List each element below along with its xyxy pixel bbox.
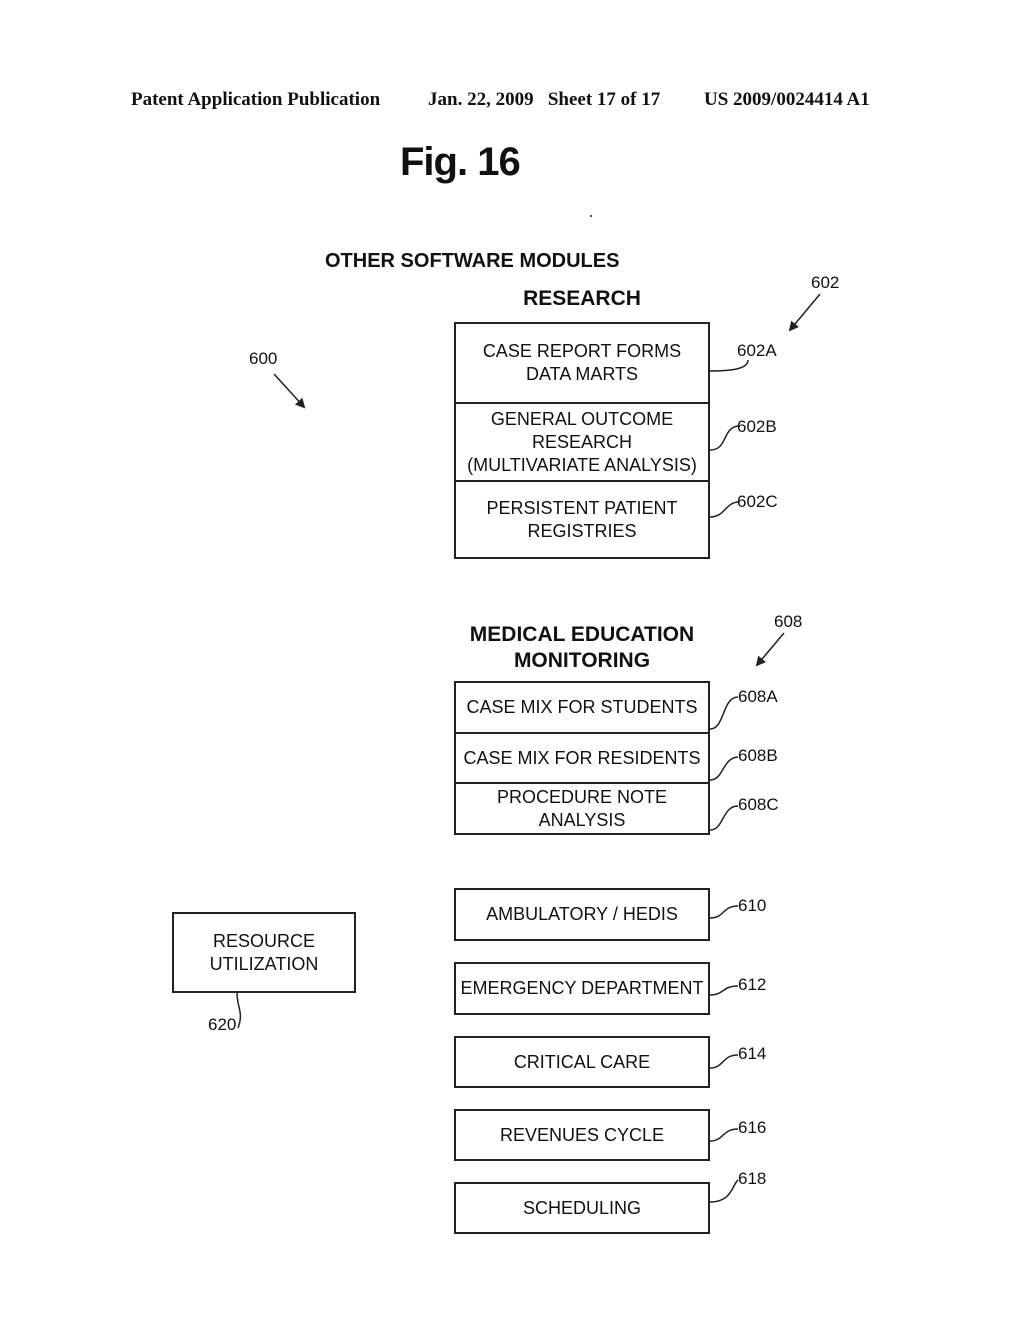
leader-608a bbox=[709, 696, 739, 730]
ref-602a: 602A bbox=[737, 341, 777, 360]
ref-610: 610 bbox=[738, 896, 767, 915]
module-resource-utilization: RESOURCE UTILIZATION bbox=[172, 912, 356, 993]
module-ambulatory-hedis: AMBULATORY / HEDIS bbox=[454, 888, 710, 941]
research-group-box: CASE REPORT FORMS DATA MARTS GENERAL OUT… bbox=[454, 322, 710, 559]
section-title: OTHER SOFTWARE MODULES bbox=[325, 250, 620, 272]
leader-614 bbox=[709, 1054, 739, 1069]
leader-602b bbox=[709, 425, 739, 451]
research-heading: RESEARCH bbox=[523, 287, 641, 310]
leader-608c bbox=[709, 805, 739, 831]
medical-education-group-box: CASE MIX FOR STUDENTS CASE MIX FOR RESID… bbox=[454, 681, 710, 835]
leader-618 bbox=[709, 1179, 739, 1203]
ref-620: 620 bbox=[208, 1015, 237, 1034]
med-ed-item-procedure-note: PROCEDURE NOTE ANALYSIS bbox=[496, 786, 667, 830]
ref-600: 600 bbox=[249, 349, 278, 368]
module-critical-care: CRITICAL CARE bbox=[454, 1036, 710, 1088]
publication-label: Patent Application Publication bbox=[131, 89, 381, 110]
leader-602a bbox=[709, 359, 749, 372]
ref-602c: 602C bbox=[737, 492, 778, 511]
module-emergency-department: EMERGENCY DEPARTMENT bbox=[454, 962, 710, 1015]
ref-602b: 602B bbox=[737, 417, 777, 436]
med-ed-item-residents: CASE MIX FOR RESIDENTS bbox=[456, 734, 708, 784]
publication-date-sheet: Jan. 22, 2009 Sheet 17 of 17 bbox=[428, 89, 661, 110]
arrow-600 bbox=[273, 373, 306, 409]
speck bbox=[590, 215, 592, 217]
research-item-persistent-registries: PERSISTENT PATIENT REGISTRIES bbox=[486, 497, 678, 541]
leader-612 bbox=[709, 985, 739, 996]
patent-number: US 2009/0024414 A1 bbox=[704, 89, 870, 110]
ref-608b: 608B bbox=[738, 746, 778, 765]
ref-614: 614 bbox=[738, 1044, 767, 1063]
medical-education-heading-line2: MONITORING bbox=[513, 649, 651, 672]
ref-602: 602 bbox=[811, 273, 840, 292]
ref-608: 608 bbox=[774, 612, 803, 631]
arrow-602 bbox=[788, 293, 821, 332]
research-item-general-outcome: GENERAL OUTCOME RESEARCH (MULTIVARIATE A… bbox=[456, 404, 708, 482]
leader-608b bbox=[709, 756, 739, 781]
module-revenues-cycle: REVENUES CYCLE bbox=[454, 1109, 710, 1161]
ref-608c: 608C bbox=[738, 795, 779, 814]
ref-612: 612 bbox=[738, 975, 767, 994]
module-scheduling: SCHEDULING bbox=[454, 1182, 710, 1234]
leader-602c bbox=[709, 501, 739, 518]
leader-620 bbox=[236, 992, 242, 1029]
figure-title: Fig. 16 bbox=[400, 140, 521, 184]
med-ed-item-students: CASE MIX FOR STUDENTS bbox=[456, 683, 708, 734]
research-item-case-report-forms: CASE REPORT FORMS DATA MARTS bbox=[456, 324, 708, 404]
arrow-608 bbox=[755, 632, 785, 667]
leader-610 bbox=[709, 905, 739, 919]
ref-608a: 608A bbox=[738, 687, 778, 706]
ref-616: 616 bbox=[738, 1118, 767, 1137]
medical-education-heading-line1: MEDICAL EDUCATION bbox=[469, 623, 695, 646]
ref-618: 618 bbox=[738, 1169, 767, 1188]
medical-education-heading: MEDICAL EDUCATION MONITORING bbox=[455, 622, 709, 674]
leader-616 bbox=[709, 1128, 739, 1142]
